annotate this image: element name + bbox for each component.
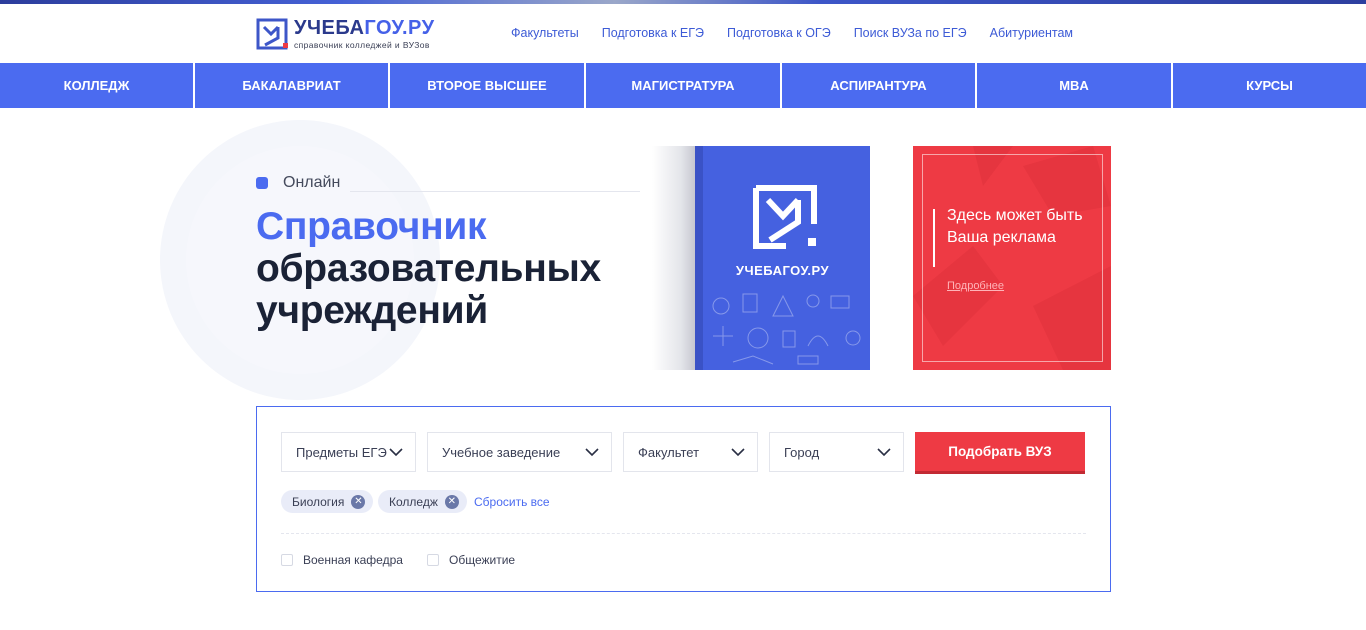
hero-title: Справочник образовательных учреждений (256, 206, 601, 332)
chevron-down-icon (389, 448, 403, 457)
dormitory-checkbox[interactable]: Общежитие (427, 553, 515, 567)
close-icon[interactable]: ✕ (444, 494, 459, 509)
city-select-value: Город (784, 444, 820, 460)
chevron-down-icon (877, 448, 891, 457)
university-filter-panel: Предметы ЕГЭ Учебное заведение Факультет… (256, 406, 1111, 592)
book-shadow (652, 146, 700, 370)
site-logo[interactable]: УЧЕБАГОУ.РУ справочник колледжей и ВУЗов (256, 18, 435, 50)
online-label: Онлайн (283, 174, 341, 191)
hero-title-line2: образовательных (256, 247, 601, 290)
close-icon[interactable]: ✕ (351, 494, 366, 509)
ad-banner[interactable]: Здесь может быть Ваша реклама Подробнее (913, 146, 1111, 370)
checkbox-box[interactable] (281, 554, 293, 566)
top-nav-link-ege-prep[interactable]: Подготовка к ЕГЭ (602, 26, 704, 40)
filter-chip-college: Колледж ✕ (378, 490, 467, 513)
nav-item-postgraduate[interactable]: АСПИРАНТУРА (782, 63, 977, 108)
online-tag: Онлайн (256, 174, 340, 192)
nav-item-master[interactable]: МАГИСТРАТУРА (586, 63, 782, 108)
filter-chip-label: Биология (292, 494, 345, 509)
main-category-nav: КОЛЛЕДЖ БАКАЛАВРИАТ ВТОРОЕ ВЫСШЕЕ МАГИСТ… (0, 63, 1366, 108)
dormitory-label: Общежитие (449, 553, 516, 567)
logo-icon (256, 18, 288, 50)
top-nav-link-university-search[interactable]: Поиск ВУЗа по ЕГЭ (854, 26, 967, 40)
ad-more-link[interactable]: Подробнее (947, 280, 1004, 292)
online-divider (350, 191, 640, 192)
nav-item-college[interactable]: КОЛЛЕДЖ (0, 63, 195, 108)
pick-university-button[interactable]: Подобрать ВУЗ (915, 432, 1085, 471)
nav-item-bachelor[interactable]: БАКАЛАВРИАТ (195, 63, 390, 108)
military-department-checkbox[interactable]: Военная кафедра (281, 553, 403, 567)
hero-title-line1: Справочник (256, 205, 487, 248)
book-logo-icon (753, 185, 817, 249)
faculty-select[interactable]: Факультет (623, 432, 758, 472)
nav-item-courses[interactable]: КУРСЫ (1173, 63, 1366, 108)
online-dot-icon (256, 177, 268, 189)
nav-item-second-degree[interactable]: ВТОРОЕ ВЫСШЕЕ (390, 63, 586, 108)
directory-book-image: УЧЕБАГОУ.РУ (695, 146, 870, 370)
ege-subjects-select[interactable]: Предметы ЕГЭ (281, 432, 416, 472)
filter-chip-label: Колледж (389, 494, 438, 509)
chevron-down-icon (731, 448, 745, 457)
checkbox-box[interactable] (427, 554, 439, 566)
nav-item-mba[interactable]: MBA (977, 63, 1173, 108)
institution-select-value: Учебное заведение (442, 444, 561, 460)
top-nav-link-faculties[interactable]: Факультеты (511, 26, 579, 40)
top-nav-link-oge-prep[interactable]: Подготовка к ОГЭ (727, 26, 831, 40)
ad-text: Здесь может быть Ваша реклама (947, 207, 1083, 246)
logo-title: УЧЕБАГОУ.РУ (294, 17, 435, 39)
filter-chip-biology: Биология ✕ (281, 490, 374, 513)
logo-subtitle: справочник колледжей и ВУЗов (294, 40, 430, 50)
site-header: УЧЕБАГОУ.РУ справочник колледжей и ВУЗов… (0, 4, 1366, 63)
top-nav: Факультеты Подготовка к ЕГЭ Подготовка к… (511, 26, 1096, 40)
institution-select[interactable]: Учебное заведение (427, 432, 612, 472)
book-pattern (712, 293, 861, 365)
city-select[interactable]: Город (769, 432, 904, 472)
top-nav-link-applicants[interactable]: Абитуриентам (990, 26, 1073, 40)
hero-title-line3: учреждений (256, 289, 488, 332)
ege-subjects-select-value: Предметы ЕГЭ (296, 444, 387, 460)
filter-divider (281, 533, 1086, 534)
chevron-down-icon (585, 448, 599, 457)
reset-all-link[interactable]: Сбросить все (474, 495, 550, 509)
military-department-label: Военная кафедра (303, 553, 403, 567)
faculty-select-value: Факультет (638, 444, 700, 460)
